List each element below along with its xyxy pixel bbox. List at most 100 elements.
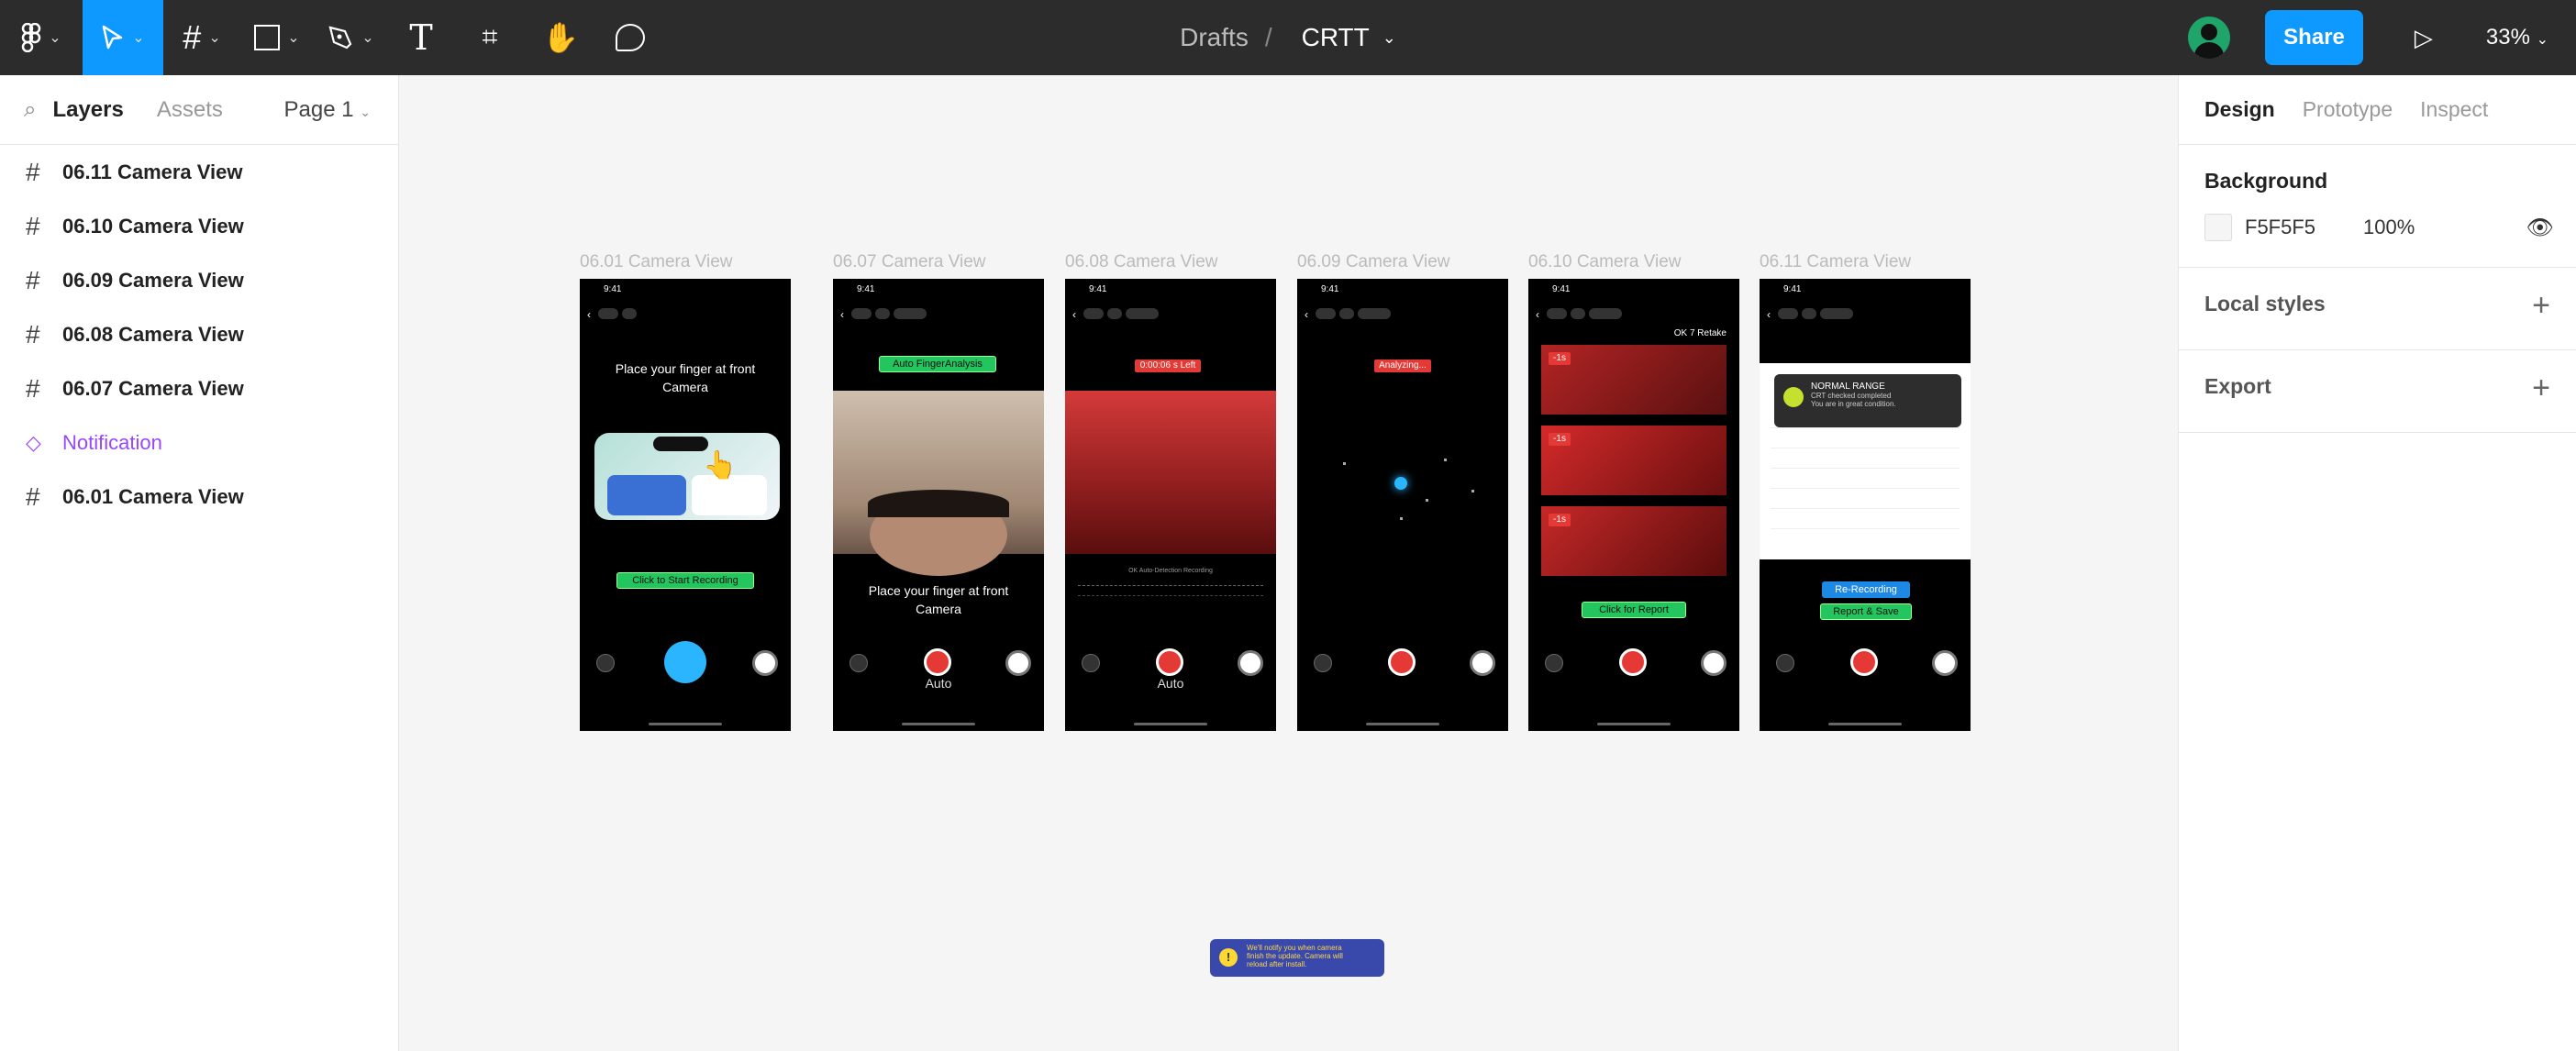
record-button[interactable] — [1156, 648, 1183, 676]
chevron-down-icon: ⌄ — [208, 30, 221, 46]
shutter-button[interactable] — [1932, 650, 1958, 676]
layer-item[interactable]: #06.08 Camera View — [0, 307, 398, 361]
shutter-button[interactable] — [1701, 650, 1727, 676]
layer-item[interactable]: #06.01 Camera View — [0, 470, 398, 524]
flash-icon[interactable] — [1545, 654, 1563, 672]
prompt-text: Place your finger at front Camera — [868, 583, 1009, 616]
start-recording-button[interactable]: Click to Start Recording — [616, 572, 754, 589]
frame-label[interactable]: 06.01 Camera View — [580, 252, 733, 272]
frame-tool-button[interactable]: # ⌄ — [163, 0, 240, 75]
avatar[interactable] — [2188, 17, 2231, 59]
flash-icon[interactable] — [1314, 654, 1332, 672]
hand-pointer-icon: 👆 — [703, 450, 738, 481]
move-tool-button[interactable]: ⌄ — [83, 0, 163, 75]
shutter-button[interactable] — [1005, 650, 1031, 676]
breadcrumb-folder[interactable]: Drafts — [1180, 23, 1249, 52]
timer-tag: 0:00:06 s Left — [1135, 360, 1201, 372]
tab-inspect[interactable]: Inspect — [2420, 97, 2488, 122]
clip-thumbnail[interactable]: -1s — [1541, 345, 1727, 415]
home-indicator — [1828, 723, 1902, 725]
figma-logo-icon — [22, 23, 41, 52]
shutter-button[interactable] — [752, 650, 778, 676]
re-recording-button[interactable]: Re-Recording — [1822, 581, 1910, 598]
frame-label[interactable]: 06.07 Camera View — [833, 252, 986, 272]
notification-component[interactable]: ! We'll notify you when camera finish th… — [1210, 939, 1384, 977]
shutter-button[interactable] — [1470, 650, 1495, 676]
pen-tool-button[interactable]: ⌄ — [314, 0, 387, 75]
clip-thumbnail[interactable]: -1s — [1541, 426, 1727, 495]
result-card: NORMAL RANGE CRT checked completed You a… — [1774, 374, 1961, 427]
layer-item[interactable]: #06.10 Camera View — [0, 199, 398, 253]
frame-label[interactable]: 06.11 Camera View — [1760, 252, 1911, 272]
layer-label: 06.08 Camera View — [62, 322, 244, 346]
frame-06-08[interactable]: 9:41 ‹ 0:00:06 s Left OK Auto-Detection … — [1065, 279, 1276, 731]
plus-icon[interactable]: + — [2532, 371, 2550, 406]
frame-label[interactable]: 06.09 Camera View — [1297, 252, 1450, 272]
hand-tool-button[interactable]: ✋ — [525, 0, 596, 75]
zoom-dropdown[interactable]: 33% ⌄ — [2486, 25, 2548, 50]
flash-icon[interactable] — [1776, 654, 1794, 672]
check-badge-icon — [1783, 387, 1804, 407]
layer-item[interactable]: #06.09 Camera View — [0, 253, 398, 307]
top-chips: ‹ — [1536, 308, 1622, 321]
page-selector[interactable]: Page 1 ⌄ — [284, 97, 371, 123]
frame-06-11[interactable]: 9:41 ‹ NORMAL RANGE CRT checked complete… — [1760, 279, 1971, 731]
components-tool-button[interactable]: ⌗ — [455, 0, 525, 75]
tab-design[interactable]: Design — [2204, 97, 2275, 122]
camera-controls — [1065, 648, 1276, 676]
result-line-2: You are in great condition. — [1811, 400, 1896, 408]
lock-button[interactable] — [664, 641, 706, 683]
present-icon[interactable]: ▷ — [2415, 24, 2433, 52]
eye-icon[interactable]: 👁 — [2526, 215, 2554, 241]
layer-label: 06.09 Camera View — [62, 268, 244, 292]
retake-label[interactable]: OK 7 Retake — [1674, 328, 1727, 338]
auto-finger-analysis-badge[interactable]: Auto FingerAnalysis — [879, 356, 996, 372]
frame-icon: # — [183, 18, 202, 56]
click-for-report-button[interactable]: Click for Report — [1582, 602, 1686, 618]
frame-label[interactable]: 06.08 Camera View — [1065, 252, 1218, 272]
warning-icon: ! — [1219, 948, 1238, 967]
tab-prototype[interactable]: Prototype — [2303, 97, 2393, 122]
report-save-button[interactable]: Report & Save — [1820, 603, 1912, 620]
shutter-button[interactable] — [1238, 650, 1263, 676]
tab-assets[interactable]: Assets — [157, 97, 223, 123]
chevron-down-icon[interactable]: ⌄ — [1382, 28, 1396, 48]
share-button[interactable]: Share — [2265, 10, 2363, 65]
background-opacity[interactable]: 100% — [2363, 216, 2415, 239]
background-hex[interactable]: F5F5F5 — [2245, 216, 2315, 239]
status-time: 9:41 — [604, 284, 622, 294]
file-name[interactable]: CRTT — [1302, 23, 1370, 52]
comment-tool-button[interactable] — [596, 0, 664, 75]
top-chips: ‹ — [587, 308, 637, 321]
frame-06-01[interactable]: 9:41 ‹ Place your finger at front Camera… — [580, 279, 791, 731]
record-button[interactable] — [1619, 648, 1647, 676]
result-status: NORMAL RANGE — [1811, 382, 1885, 392]
frame-06-09[interactable]: 9:41 ‹ Analyzing... — [1297, 279, 1508, 731]
record-button[interactable] — [924, 648, 951, 676]
layer-item[interactable]: #06.07 Camera View — [0, 361, 398, 415]
flash-icon[interactable] — [596, 654, 615, 672]
frame-06-07[interactable]: 9:41 ‹ Auto FingerAnalysis Place your fi… — [833, 279, 1044, 731]
layer-item[interactable]: #06.11 Camera View — [0, 145, 398, 199]
clip-thumbnail[interactable]: -1s — [1541, 506, 1727, 576]
shape-tool-button[interactable]: ⌄ — [240, 0, 314, 75]
layer-label: 06.07 Camera View — [62, 376, 244, 400]
flash-icon[interactable] — [1082, 654, 1100, 672]
frame-icon: # — [26, 319, 40, 348]
text-tool-button[interactable]: T — [387, 0, 455, 75]
camera-controls — [1760, 648, 1971, 676]
frame-label[interactable]: 06.10 Camera View — [1528, 252, 1682, 272]
tab-layers[interactable]: Layers — [52, 97, 123, 123]
status-time: 9:41 — [857, 284, 875, 294]
record-button[interactable] — [1388, 648, 1416, 676]
figma-menu-button[interactable]: ⌄ — [0, 0, 83, 75]
search-icon[interactable]: ⌕ — [24, 97, 36, 123]
color-swatch[interactable] — [2204, 214, 2232, 241]
notification-line-2: finish the update. Camera will — [1247, 952, 1343, 960]
flash-icon[interactable] — [849, 654, 868, 672]
layer-item-component[interactable]: ◇ Notification — [0, 415, 398, 470]
frame-06-10[interactable]: 9:41 ‹ OK 7 Retake -1s -1s -1s Click for… — [1528, 279, 1739, 731]
plus-icon[interactable]: + — [2532, 288, 2550, 324]
canvas[interactable]: 06.01 Camera View 9:41 ‹ Place your fing… — [400, 75, 2177, 1051]
record-button[interactable] — [1850, 648, 1878, 676]
